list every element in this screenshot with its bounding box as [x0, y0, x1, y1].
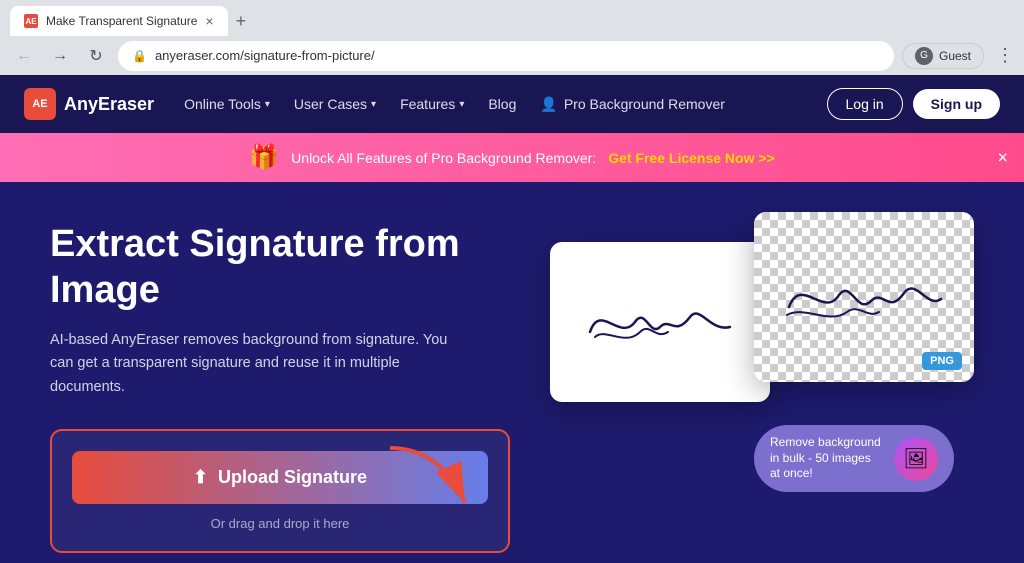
arrow-container	[380, 438, 480, 523]
features-chevron-icon: ▾	[459, 99, 464, 110]
new-tab-button[interactable]: +	[228, 11, 255, 32]
logo-icon: AE	[24, 88, 56, 120]
browser-controls: ← → ↻ 🔒 anyeraser.com/signature-from-pic…	[0, 36, 1024, 75]
nav-blog[interactable]: Blog	[478, 90, 526, 118]
features-label: Features	[400, 96, 455, 112]
signature-transparent-svg	[779, 257, 949, 337]
bulk-remove-icon: 🖼	[894, 437, 938, 481]
browser-tabs: AE Make Transparent Signature × +	[0, 0, 1024, 36]
tab-title: Make Transparent Signature	[46, 14, 197, 28]
forward-button[interactable]: →	[46, 42, 74, 70]
hero-left-content: Extract Signature from Image AI-based An…	[50, 222, 510, 553]
nav-actions: Log in Sign up	[827, 88, 1000, 120]
gift-icon: 🎁	[249, 143, 279, 172]
nav-links: Online Tools ▾ User Cases ▾ Features ▾ B…	[174, 90, 826, 119]
signup-button[interactable]: Sign up	[913, 89, 1000, 119]
online-tools-chevron-icon: ▾	[265, 99, 270, 110]
login-button[interactable]: Log in	[827, 88, 903, 120]
site-navigation: AE AnyEraser Online Tools ▾ User Cases ▾…	[0, 75, 1024, 133]
logo-text: AnyEraser	[64, 94, 154, 115]
tab-favicon: AE	[24, 14, 38, 28]
profile-icon: G	[915, 47, 933, 65]
promo-banner: 🎁 Unlock All Features of Pro Background …	[0, 133, 1024, 182]
pro-label: Pro Background Remover	[564, 96, 725, 112]
user-cases-chevron-icon: ▾	[371, 99, 376, 110]
banner-text: Unlock All Features of Pro Background Re…	[291, 150, 596, 166]
active-tab[interactable]: AE Make Transparent Signature ×	[10, 6, 228, 36]
browser-chrome: AE Make Transparent Signature × + ← → ↻ …	[0, 0, 1024, 75]
signature-original-svg	[580, 282, 740, 362]
lock-icon: 🔒	[132, 49, 147, 63]
nav-pro-bg-remover[interactable]: 👤 Pro Background Remover	[530, 90, 735, 119]
hero-title: Extract Signature from Image	[50, 222, 510, 313]
browser-menu-button[interactable]: ⋮	[996, 45, 1014, 66]
banner-cta-link[interactable]: Get Free License Now >>	[608, 150, 775, 166]
bulk-remove-badge[interactable]: Remove background in bulk - 50 images at…	[754, 425, 954, 492]
png-badge: PNG	[922, 352, 962, 370]
address-bar[interactable]: 🔒 anyeraser.com/signature-from-picture/	[118, 41, 894, 71]
refresh-button[interactable]: ↻	[82, 42, 110, 70]
website-content: AE AnyEraser Online Tools ▾ User Cases ▾…	[0, 75, 1024, 563]
banner-close-button[interactable]: ×	[997, 147, 1008, 168]
pro-icon: 👤	[540, 96, 557, 113]
nav-user-cases[interactable]: User Cases ▾	[284, 90, 386, 118]
profile-button[interactable]: G Guest	[902, 43, 984, 69]
blog-label: Blog	[488, 96, 516, 112]
tab-close-button[interactable]: ×	[205, 13, 213, 29]
nav-online-tools[interactable]: Online Tools ▾	[174, 90, 280, 118]
profile-label: Guest	[939, 49, 971, 63]
user-cases-label: User Cases	[294, 96, 367, 112]
back-button[interactable]: ←	[10, 42, 38, 70]
checker-background: PNG	[754, 212, 974, 382]
bulk-icon-image: 🖼	[903, 446, 928, 471]
nav-features[interactable]: Features ▾	[390, 90, 474, 118]
arrow-icon	[380, 438, 480, 518]
hero-section: Extract Signature from Image AI-based An…	[0, 182, 1024, 563]
logo-area[interactable]: AE AnyEraser	[24, 88, 154, 120]
signature-card-transparent: PNG	[754, 212, 974, 382]
url-text: anyeraser.com/signature-from-picture/	[155, 48, 375, 63]
bulk-remove-text: Remove background in bulk - 50 images at…	[770, 435, 882, 482]
online-tools-label: Online Tools	[184, 96, 261, 112]
upload-icon: ⬆	[193, 467, 208, 488]
signature-card-original	[550, 242, 770, 402]
hero-description: AI-based AnyEraser removes background fr…	[50, 329, 450, 399]
hero-right-content: PNG Remove background in bulk - 50 image…	[550, 212, 974, 512]
upload-button-label: Upload Signature	[218, 467, 367, 488]
